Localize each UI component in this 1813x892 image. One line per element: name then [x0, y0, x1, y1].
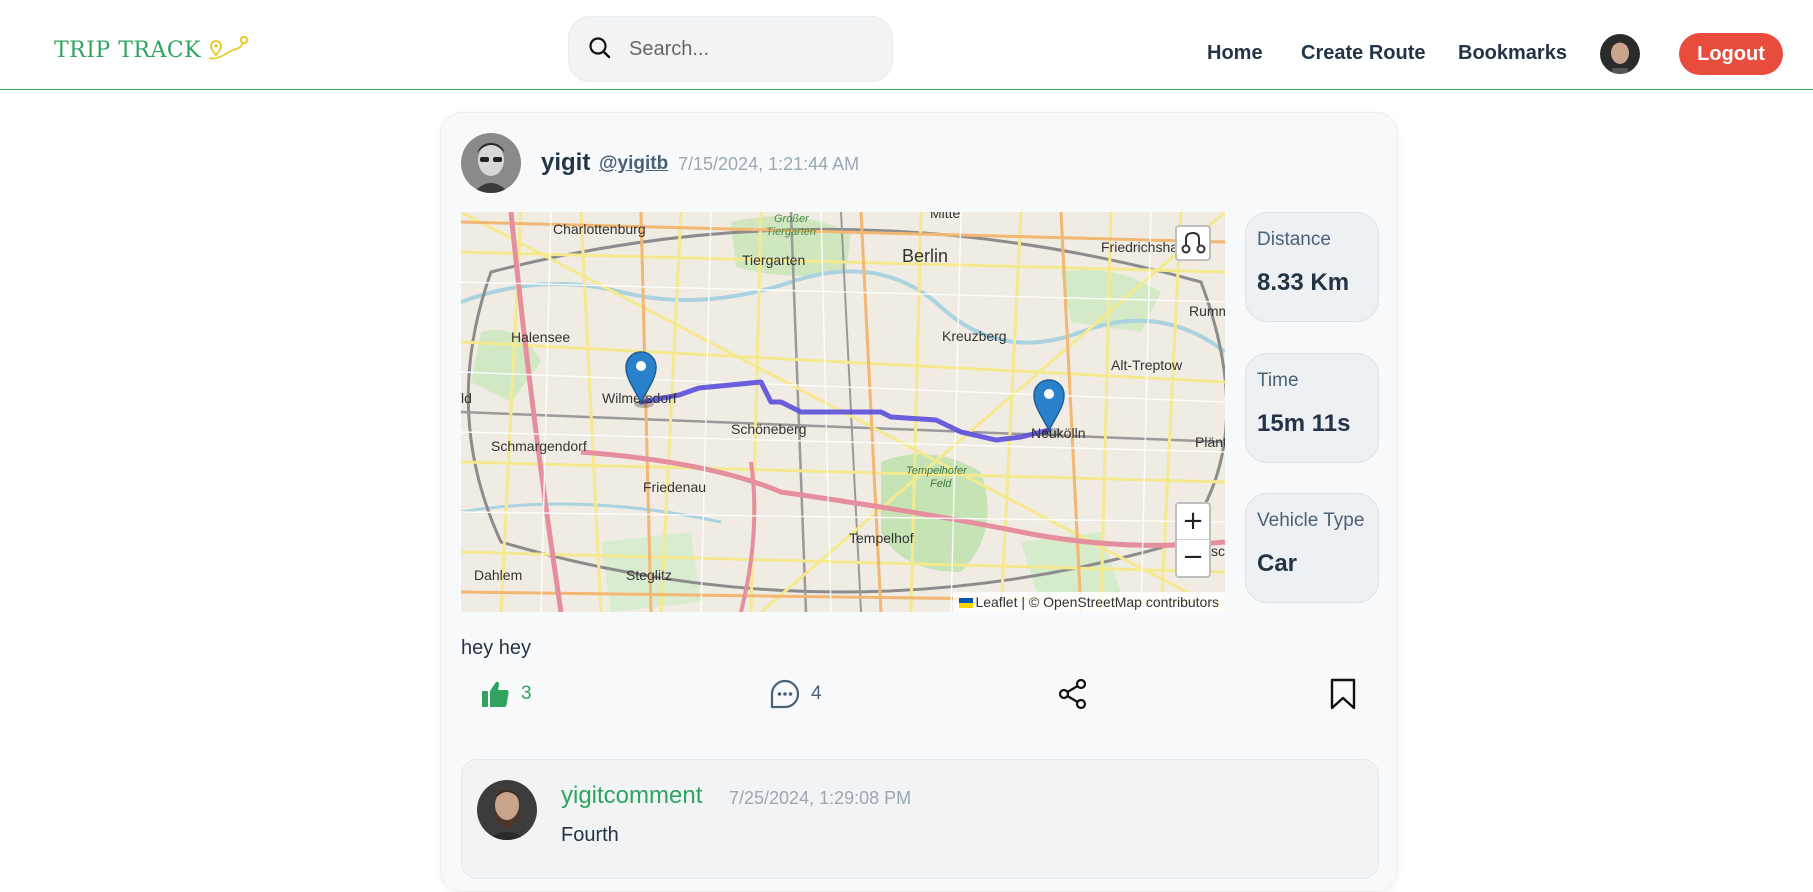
- map-label: Plänter: [1195, 434, 1225, 450]
- map-label: Schöneberg: [731, 421, 807, 437]
- map-label: Kreuzberg: [942, 328, 1007, 344]
- leaflet-link[interactable]: Leaflet: [975, 594, 1017, 610]
- comment-item: yigitcomment 7/25/2024, 1:29:08 PM Fourt…: [461, 759, 1379, 879]
- map-label: Halensee: [511, 329, 570, 345]
- zoom-in-button[interactable]: +: [1177, 504, 1209, 540]
- search-bar[interactable]: [568, 16, 893, 82]
- map-label: ld: [461, 390, 472, 406]
- map-label: Dahlem: [474, 567, 522, 583]
- share-icon: [1058, 678, 1087, 710]
- stat-label: Vehicle Type: [1257, 510, 1365, 531]
- map-label: Tempelhof: [849, 530, 914, 546]
- osm-link[interactable]: OpenStreetMap contributors: [1043, 594, 1219, 610]
- user-avatar[interactable]: [1600, 34, 1640, 74]
- thumbs-up-icon: [482, 681, 509, 707]
- comment-text: Fourth: [561, 824, 619, 846]
- bookmark-icon: [1330, 678, 1356, 710]
- zoom-control: + −: [1175, 502, 1211, 578]
- stat-time: Time 15m 11s: [1245, 353, 1379, 463]
- nav-create-route[interactable]: Create Route: [1301, 42, 1425, 65]
- map-label: Alt-Treptow: [1111, 357, 1183, 373]
- comment-count: 4: [811, 683, 822, 704]
- post-author-handle[interactable]: @yigitb: [599, 153, 668, 175]
- map-label: Steglitz: [626, 567, 672, 583]
- stat-label: Distance: [1257, 229, 1331, 250]
- comment-author-avatar[interactable]: [477, 780, 537, 840]
- stat-value: 8.33 Km: [1257, 269, 1350, 296]
- map-label: Friedenau: [643, 479, 706, 495]
- map-label: Berlin: [902, 246, 948, 266]
- stat-value: Car: [1257, 550, 1298, 577]
- post-description: hey hey: [461, 637, 532, 659]
- post-timestamp: 7/15/2024, 1:21:44 AM: [678, 154, 860, 174]
- nav-home[interactable]: Home: [1207, 42, 1263, 65]
- route-toggle-icon: [1181, 231, 1206, 254]
- comment-button[interactable]: 4: [769, 678, 822, 710]
- ukraine-flag-icon: [959, 598, 974, 608]
- map-tiles: Charlottenburg Großer Tiergarten Tiergar…: [461, 212, 1225, 612]
- stat-value: 15m 11s: [1257, 410, 1351, 437]
- map-label: Großer: [774, 213, 810, 225]
- map-label: sch: [1211, 543, 1225, 559]
- logo-text: TRIP TRACK: [54, 38, 202, 63]
- map-label: Rumm: [1189, 303, 1225, 319]
- route-toggle-button[interactable]: [1175, 225, 1211, 261]
- post-author-avatar[interactable]: [461, 133, 521, 193]
- post-author-name[interactable]: yigit: [541, 149, 590, 177]
- map-label: Mitte: [930, 212, 961, 221]
- stat-distance: Distance 8.33 Km: [1245, 212, 1379, 322]
- map-label: Tempelhofer: [906, 465, 968, 477]
- share-button[interactable]: [1057, 678, 1089, 710]
- map-label: Tiergarten: [742, 252, 805, 268]
- comment-timestamp: 7/25/2024, 1:29:08 PM: [729, 788, 912, 808]
- map-label: Tiergarten: [766, 226, 816, 238]
- map-label: Feld: [930, 478, 952, 490]
- route-map[interactable]: Charlottenburg Großer Tiergarten Tiergar…: [461, 212, 1225, 612]
- search-input[interactable]: [629, 35, 869, 63]
- attribution-separator: | ©: [1017, 594, 1044, 610]
- stat-label: Time: [1257, 370, 1299, 391]
- map-attribution: Leaflet | © OpenStreetMap contributors: [953, 592, 1225, 612]
- logo[interactable]: TRIP TRACK: [54, 35, 251, 63]
- search-icon: [589, 37, 611, 59]
- nav-bookmarks[interactable]: Bookmarks: [1458, 42, 1567, 65]
- route-pin-icon: [208, 35, 249, 59]
- route-post-card: yigit @yigitb 7/15/2024, 1:21:44 AM Char…: [440, 112, 1398, 892]
- stat-vehicle-type: Vehicle Type Car: [1245, 493, 1379, 603]
- comment-author-name[interactable]: yigitcomment: [561, 782, 702, 810]
- zoom-out-button[interactable]: −: [1177, 540, 1209, 576]
- like-button[interactable]: 3: [479, 678, 532, 710]
- top-navbar: TRIP TRACK Home Create Route Bookmarks L…: [0, 0, 1813, 90]
- comment-icon: [770, 679, 800, 709]
- map-label: Charlottenburg: [553, 221, 646, 237]
- bookmark-button[interactable]: [1327, 678, 1359, 710]
- like-count: 3: [521, 683, 532, 704]
- map-label: Schmargendorf: [491, 438, 587, 454]
- logout-button[interactable]: Logout: [1679, 33, 1783, 75]
